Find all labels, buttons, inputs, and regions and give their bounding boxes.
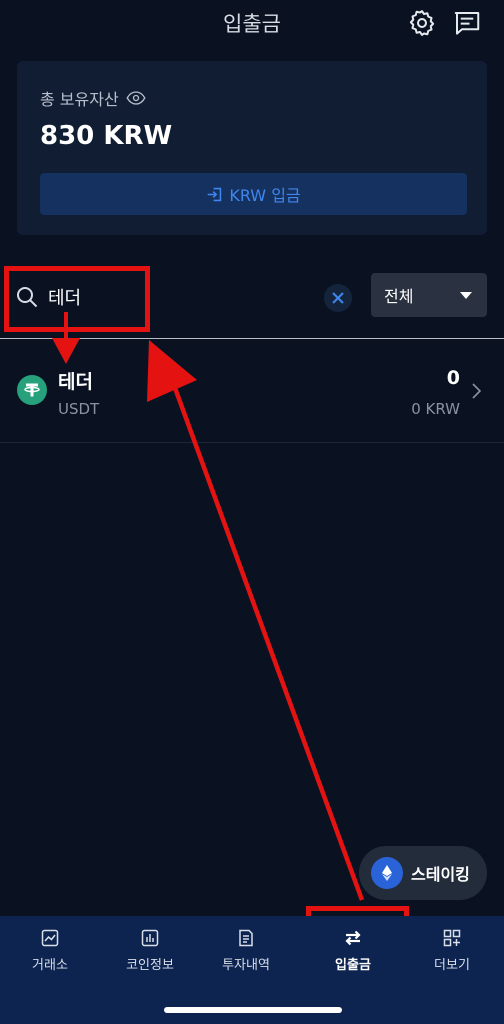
total-assets-label-row: 총 보유자산: [40, 86, 146, 110]
staking-label: 스테이킹: [411, 865, 470, 884]
document-icon: [239, 929, 253, 947]
caret-down-icon: [460, 292, 472, 299]
deposit-icon: [208, 187, 222, 201]
clear-search-button[interactable]: [324, 284, 352, 312]
deposit-label: KRW 입금: [229, 186, 301, 205]
transfer-icon: [345, 930, 361, 946]
gear-icon[interactable]: [407, 8, 437, 38]
total-assets-amount: 830 KRW: [40, 121, 173, 151]
tab-investment-history[interactable]: 투자내역: [198, 928, 294, 988]
tab-label: 투자내역: [222, 958, 270, 973]
krw-deposit-button[interactable]: KRW 입금: [40, 173, 467, 215]
tab-label: 입출금: [335, 958, 371, 973]
message-icon[interactable]: [452, 8, 482, 38]
top-header: 입출금: [0, 0, 504, 48]
staking-button[interactable]: 스테이킹: [359, 846, 487, 900]
tab-label: 코인정보: [126, 958, 174, 973]
total-assets-label: 총 보유자산: [40, 90, 119, 109]
search-input[interactable]: [48, 282, 308, 312]
tab-label: 거래소: [32, 958, 68, 973]
bar-chart-icon: [141, 929, 159, 947]
chevron-right-icon: [472, 383, 482, 399]
search-row: 전체: [0, 268, 504, 338]
tab-label: 더보기: [434, 958, 470, 973]
filter-dropdown[interactable]: 전체: [371, 273, 487, 317]
tab-coin-info[interactable]: 코인정보: [102, 928, 198, 988]
eye-icon[interactable]: [126, 90, 146, 106]
tether-logo-icon: [17, 375, 47, 405]
total-assets-card: 총 보유자산 830 KRW KRW 입금: [17, 61, 487, 235]
coin-quantity: 0: [446, 367, 460, 389]
coin-krw-value: 0 KRW: [411, 400, 460, 418]
coin-symbol: USDT: [58, 400, 100, 418]
tab-deposit-withdraw[interactable]: 입출금: [305, 928, 401, 988]
search-icon: [17, 287, 38, 308]
tab-exchange[interactable]: 거래소: [2, 928, 98, 988]
filter-selected-label: 전체: [384, 287, 414, 306]
home-indicator: [164, 1007, 342, 1013]
chart-line-icon: [41, 929, 59, 947]
arrow-long-shaft: [172, 387, 365, 901]
close-icon: [332, 292, 344, 304]
ethereum-hand-icon: [371, 857, 403, 889]
coin-list-item[interactable]: 테더 USDT 0 0 KRW: [0, 339, 504, 443]
grid-plus-icon: [443, 929, 461, 947]
tab-more[interactable]: 더보기: [404, 928, 500, 988]
coin-name: 테더: [58, 371, 93, 393]
